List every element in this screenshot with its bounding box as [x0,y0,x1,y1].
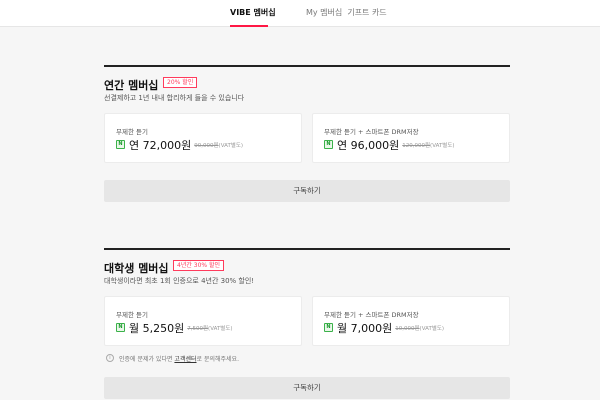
plan-name: 무제한 듣기 + 스마트폰 DRM저장 [324,128,419,136]
naver-n-icon: N [324,140,333,149]
original-price: 120,000원 [402,142,431,149]
subscribe-button[interactable]: 구독하기 [104,180,510,202]
tab-my-membership[interactable]: My 멤버십 [306,7,342,27]
plan-price: 월 5,250원 [129,321,185,335]
subscribe-button[interactable]: 구독하기 [104,377,510,399]
annual-membership-section: 연간 멤버십 20% 할인 선결제하고 1년 내내 합리하게 들을 수 있습니다… [104,65,510,205]
notice-text-suffix: 로 문의해주세요. [196,355,239,363]
plan-name: 무제한 듣기 + 스마트폰 DRM저장 [324,311,419,319]
section-divider [104,248,510,250]
plan-price: 연 72,000원 [129,138,192,152]
vat-note: (VAT별도) [208,325,233,332]
original-price: 7,500원 [187,325,209,332]
naver-n-icon: N [324,323,333,332]
section-title: 연간 멤버십 [104,79,159,92]
discount-badge: 20% 할인 [163,77,198,88]
plan-price: 월 7,000원 [337,321,393,335]
customer-center-link[interactable]: 고객센터 [174,354,196,363]
top-nav: VIBE 멤버십 My 멤버십 기프트 카드 [0,0,600,27]
vat-note: (VAT별도) [218,142,244,149]
tab-vibe-membership[interactable]: VIBE 멤버십 [230,7,276,27]
plan-card-unlimited[interactable]: 무제한 듣기 N 연 72,000원 90,000원 (VAT별도) [104,113,302,163]
original-price: 10,000원 [395,325,420,332]
verification-notice: i 인증에 문제가 있다면 고객센터 로 문의해주세요. [106,353,239,363]
discount-badge: 4년간 30% 할인 [173,260,225,271]
price-row: N 월 5,250원 7,500원 (VAT별도) [116,321,233,335]
vat-note: (VAT별도) [430,142,455,149]
student-membership-section: 대학생 멤버십 4년간 30% 할인 대학생이라면 최초 1회 인증으로 4년간… [104,248,510,400]
plan-name: 무제한 듣기 [116,311,148,319]
vat-note: (VAT별도) [419,325,445,332]
plan-card-unlimited-drm[interactable]: 무제한 듣기 + 스마트폰 DRM저장 N 월 7,000원 10,000원 (… [312,296,510,346]
tab-gift-card[interactable]: 기프트 카드 [347,7,387,27]
original-price: 90,000원 [194,142,219,149]
price-row: N 월 7,000원 10,000원 (VAT별도) [324,321,445,335]
plan-name: 무제한 듣기 [116,128,148,136]
plan-price: 연 96,000원 [337,138,400,152]
info-icon: i [106,354,114,362]
plan-card-unlimited-drm[interactable]: 무제한 듣기 + 스마트폰 DRM저장 N 연 96,000원 120,000원… [312,113,510,163]
naver-n-icon: N [116,323,125,332]
price-row: N 연 96,000원 120,000원 (VAT별도) [324,138,455,152]
price-row: N 연 72,000원 90,000원 (VAT별도) [116,138,244,152]
section-title: 대학생 멤버십 [104,262,169,275]
section-divider [104,65,510,67]
notice-text: 인증에 문제가 있다면 [119,355,173,363]
section-description: 대학생이라면 최초 1회 인증으로 4년간 30% 할인! [104,277,255,285]
naver-n-icon: N [116,140,125,149]
plan-card-unlimited[interactable]: 무제한 듣기 N 월 5,250원 7,500원 (VAT별도) [104,296,302,346]
section-description: 선결제하고 1년 내내 합리하게 들을 수 있습니다 [104,94,245,102]
